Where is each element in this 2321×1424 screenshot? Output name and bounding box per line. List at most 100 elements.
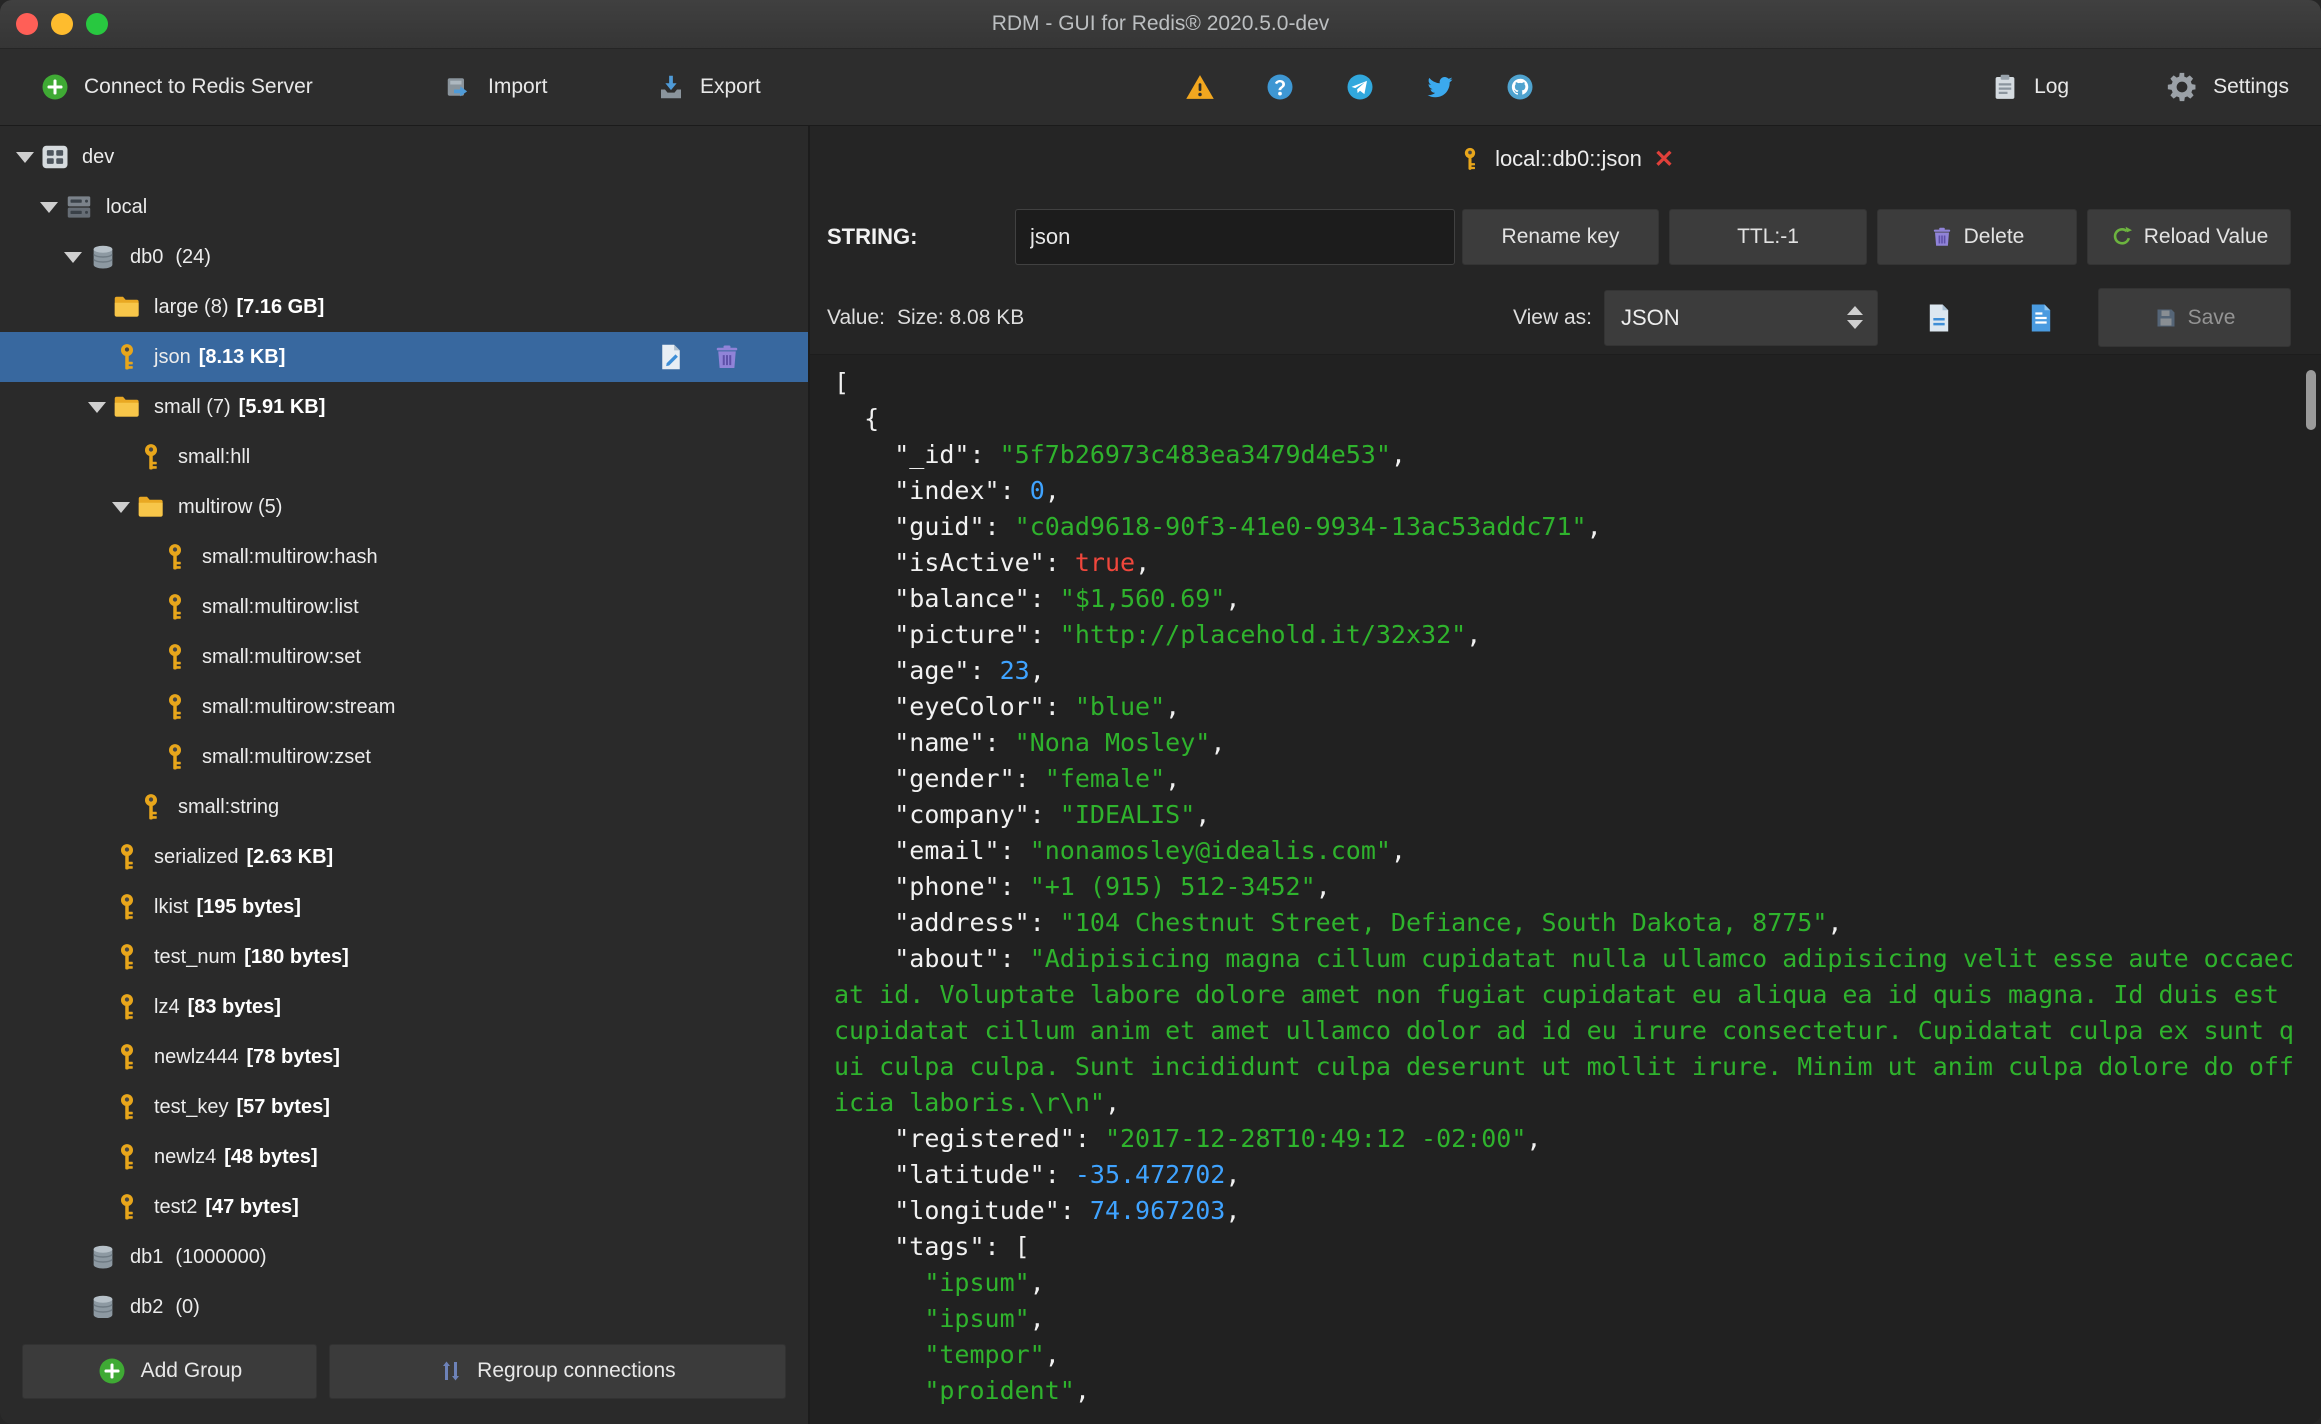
tree-item-label: serialized xyxy=(154,845,239,868)
tree-item-local[interactable]: local xyxy=(0,182,808,232)
main-toolbar: Connect to Redis Server Import Export Lo… xyxy=(0,49,2321,126)
tree-item-label: newlz4 xyxy=(154,1145,217,1168)
tab-close-icon[interactable] xyxy=(1654,145,1674,174)
telegram-icon[interactable] xyxy=(1345,72,1375,102)
tree-item-size: [8.13 KB] xyxy=(198,345,286,368)
tab-local-db0-json[interactable]: local::db0::json xyxy=(1457,145,1674,174)
tree-item-json[interactable]: json [8.13 KB] xyxy=(0,332,808,382)
add-group-label: Add Group xyxy=(140,1359,243,1382)
reload-value-button[interactable]: Reload Value xyxy=(2087,208,2291,265)
tree-item-db1[interactable]: db1 (1000000) xyxy=(0,1232,808,1282)
viewer-scrollbar[interactable] xyxy=(2306,370,2316,430)
save-button[interactable]: Save xyxy=(2098,288,2291,347)
window-title: RDM - GUI for Redis® 2020.5.0-dev xyxy=(991,12,1330,35)
view-as-label: View as: xyxy=(1513,305,1592,329)
zoom-window-button[interactable] xyxy=(86,13,108,35)
close-window-button[interactable] xyxy=(16,13,38,35)
json-line: "phone": "+1 (915) 512-3452", xyxy=(834,872,1331,901)
tree-item-size: [57 bytes] xyxy=(236,1095,330,1118)
open-in-editor-icon[interactable] xyxy=(1922,301,1956,335)
json-line: "registered": "2017-12-28T10:49:12 -02:0… xyxy=(834,1124,1542,1153)
tree-item-newlz4[interactable]: newlz4 [48 bytes] xyxy=(0,1132,808,1182)
tree-item-label: test_num xyxy=(154,945,237,968)
view-as-dropdown[interactable]: JSON xyxy=(1604,289,1878,346)
key-icon xyxy=(160,592,190,622)
tree-item-label: large (8) xyxy=(154,295,229,318)
reload-icon xyxy=(2110,225,2134,249)
tree-item-test-key[interactable]: test_key [57 bytes] xyxy=(0,1082,808,1132)
expand-arrow[interactable] xyxy=(36,201,62,213)
key-icon xyxy=(136,792,166,822)
tree-item-db2[interactable]: db2 (0) xyxy=(0,1282,808,1318)
titlebar: RDM - GUI for Redis® 2020.5.0-dev xyxy=(0,0,2321,49)
help-icon[interactable] xyxy=(1265,72,1295,102)
key-icon xyxy=(112,342,142,372)
tree-item-small-string[interactable]: small:string xyxy=(0,782,808,832)
database-icon xyxy=(88,242,118,272)
key-name-input[interactable] xyxy=(1015,208,1455,265)
import-button[interactable]: Import xyxy=(444,49,548,125)
tree-item-label: multirow (5) xyxy=(178,495,283,518)
regroup-connections-button[interactable]: Regroup connections xyxy=(328,1343,786,1399)
connect-button[interactable]: Connect to Redis Server xyxy=(40,49,313,125)
window-controls xyxy=(16,13,108,35)
value-bar: Value: Size: 8.08 KB View as: JSON Save xyxy=(810,281,2321,355)
tree-item-newlz444[interactable]: newlz444 [78 bytes] xyxy=(0,1032,808,1082)
tree-item-small-multirow-zset[interactable]: small:multirow:zset xyxy=(0,732,808,782)
tree-item-small-multirow-hash[interactable]: small:multirow:hash xyxy=(0,532,808,582)
ttl-button[interactable]: TTL:-1 xyxy=(1669,208,1867,265)
tree-item-size: [195 bytes] xyxy=(196,895,301,918)
database-icon xyxy=(88,1242,118,1272)
toolbar-link-icons xyxy=(1185,49,1535,125)
tree-item-large-8[interactable]: large (8) [7.16 GB] xyxy=(0,282,808,332)
json-line: "picture": "http://placehold.it/32x32", xyxy=(834,620,1482,649)
add-group-button[interactable]: Add Group xyxy=(22,1343,317,1399)
tree-item-count: (24) xyxy=(175,245,211,268)
tree-item-test-num[interactable]: test_num [180 bytes] xyxy=(0,932,808,982)
tree-item-small-hll[interactable]: small:hll xyxy=(0,432,808,482)
settings-button[interactable]: Settings xyxy=(2165,70,2289,104)
import-button-label: Import xyxy=(488,75,548,98)
log-button-label: Log xyxy=(2034,75,2070,98)
tree-item-dev[interactable]: dev xyxy=(0,132,808,182)
key-icon xyxy=(112,1092,142,1122)
tree-item-label: small:multirow:zset xyxy=(202,745,371,768)
tree-item-lz4[interactable]: lz4 [83 bytes] xyxy=(0,982,808,1032)
tree-item-lkist[interactable]: lkist [195 bytes] xyxy=(0,882,808,932)
expand-arrow[interactable] xyxy=(12,151,38,163)
key-icon xyxy=(112,892,142,922)
view-as-selected-value: JSON xyxy=(1621,304,1680,330)
clipboard-icon xyxy=(1990,72,2020,102)
key-icon xyxy=(160,642,190,672)
github-icon[interactable] xyxy=(1505,72,1535,102)
expand-arrow[interactable] xyxy=(108,501,134,513)
warning-icon[interactable] xyxy=(1185,72,1215,102)
expand-arrow[interactable] xyxy=(84,401,110,413)
expand-arrow[interactable] xyxy=(60,251,86,263)
tree-item-small-multirow-stream[interactable]: small:multirow:stream xyxy=(0,682,808,732)
rename-key-button[interactable]: Rename key xyxy=(1462,208,1659,265)
folder-icon xyxy=(136,492,166,522)
tree-item-multirow-5[interactable]: multirow (5) xyxy=(0,482,808,532)
edit-key-icon[interactable] xyxy=(656,342,686,372)
tree-item-db0[interactable]: db0 (24) xyxy=(0,232,808,282)
tree-item-label: db1 xyxy=(130,1245,164,1268)
tree-item-small-multirow-set[interactable]: small:multirow:set xyxy=(0,632,808,682)
log-button[interactable]: Log xyxy=(1990,72,2069,102)
delete-key-icon[interactable] xyxy=(712,342,742,372)
tree-item-test2[interactable]: test2 [47 bytes] xyxy=(0,1182,808,1232)
json-viewer[interactable]: [ { "_id": "5f7b26973c483ea3479d4e53", "… xyxy=(810,355,2321,1424)
minimize-window-button[interactable] xyxy=(51,13,73,35)
twitter-icon[interactable] xyxy=(1425,72,1455,102)
key-icon xyxy=(112,992,142,1022)
tree-item-small-7[interactable]: small (7) [5.91 KB] xyxy=(0,382,808,432)
tree-item-serialized[interactable]: serialized [2.63 KB] xyxy=(0,832,808,882)
sidebar: dev local db0 (24) large (8) [7.16 GB] json [8.… xyxy=(0,126,810,1424)
export-button[interactable]: Export xyxy=(656,49,761,125)
tree-item-small-multirow-list[interactable]: small:multirow:list xyxy=(0,582,808,632)
tree-item-size: [83 bytes] xyxy=(187,995,281,1018)
delete-key-button[interactable]: Delete xyxy=(1877,208,2077,265)
json-line: "ipsum", xyxy=(924,1304,1045,1333)
text-view-icon[interactable] xyxy=(2024,301,2058,335)
tree-item-size: [180 bytes] xyxy=(244,945,349,968)
